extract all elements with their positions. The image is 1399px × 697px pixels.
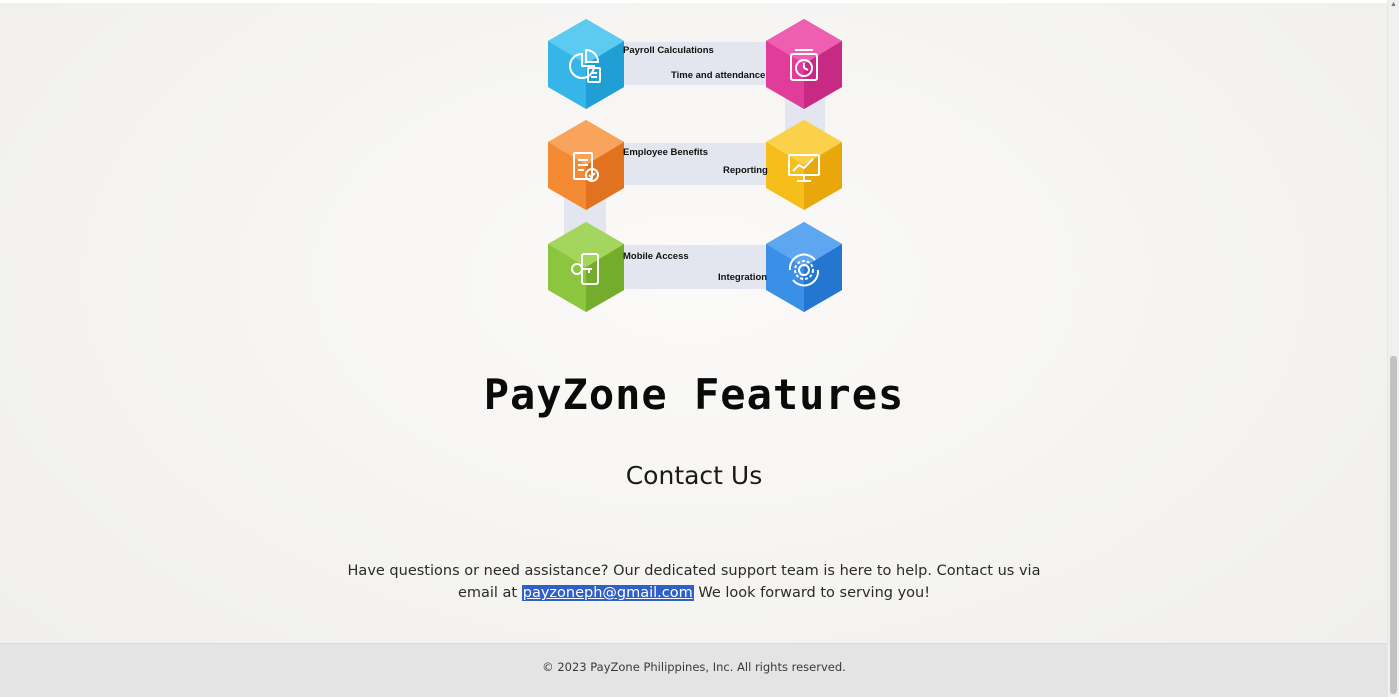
feature-label: Mobile Access bbox=[623, 251, 689, 262]
feature-label: Time and attendance bbox=[671, 70, 766, 81]
email-link[interactable]: payzoneph@gmail.com bbox=[521, 585, 694, 601]
contact-paragraph: Have questions or need assistance? Our d… bbox=[330, 560, 1058, 604]
contact-title: Contact Us bbox=[625, 461, 763, 490]
mobile-key-icon bbox=[566, 251, 604, 294]
copyright-text: © 2023 PayZone Philippines, Inc. All rig… bbox=[542, 660, 846, 674]
scrollbar-thumb[interactable] bbox=[1390, 356, 1397, 694]
time-clock-icon bbox=[785, 48, 823, 91]
chart-monitor-icon bbox=[785, 149, 823, 192]
document-check-icon bbox=[566, 149, 604, 192]
footer: © 2023 PayZone Philippines, Inc. All rig… bbox=[0, 643, 1388, 697]
feature-label: Payroll Calculations bbox=[623, 45, 714, 56]
scroll-up-arrow-icon[interactable]: ▲ bbox=[1388, 0, 1399, 10]
page-scrollbar[interactable]: ▲ bbox=[1387, 0, 1399, 696]
feature-label: Employee Benefits bbox=[623, 147, 708, 158]
pie-chart-calculator-icon bbox=[566, 48, 604, 91]
gear-sync-icon bbox=[785, 251, 823, 294]
feature-label: Reporting bbox=[723, 165, 768, 176]
feature-label: Integration bbox=[718, 272, 768, 283]
top-edge bbox=[0, 0, 1388, 3]
contact-text-after: We look forward to serving you! bbox=[693, 585, 931, 601]
features-diagram: Payroll Calculations Time and attendance bbox=[540, 14, 850, 319]
features-title: PayZone Features bbox=[483, 370, 905, 419]
